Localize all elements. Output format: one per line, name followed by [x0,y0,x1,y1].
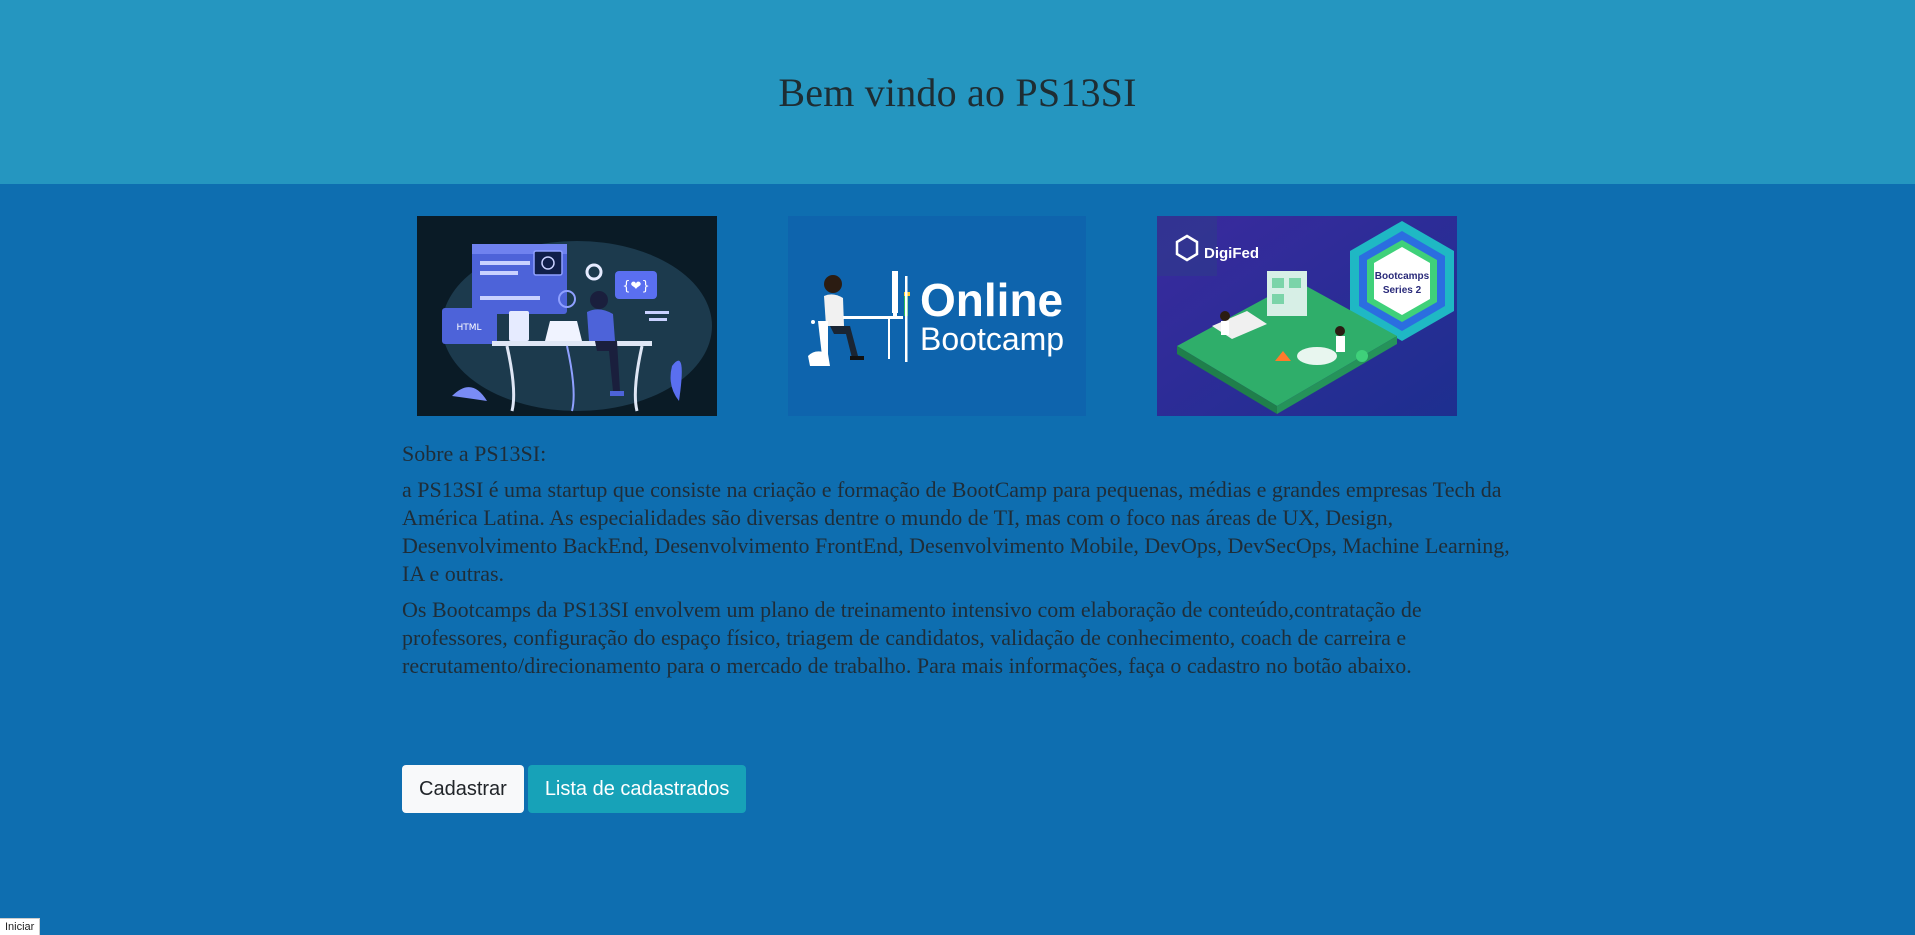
digifed-brand-text: DigiFed [1204,245,1259,262]
about-paragraph-2: Os Bootcamps da PS13SI envolvem um plano… [402,597,1422,678]
registered-list-button[interactable]: Lista de cadastrados [527,765,747,813]
digifed-bootcamps-image: DigiFed Bootcamps Series 2 [1157,216,1457,416]
badge-line1: Bootcamps [1375,271,1430,282]
status-label: Iniciar [0,918,41,935]
coding-illustration-image: {❤} HTML [417,216,717,416]
online-bootcamp-image: Online Bootcamp [788,216,1088,416]
page-header: Bem vindo ao PS13SI [0,0,1915,184]
image-gallery: {❤} HTML Online Bootcamp DigiFed Bootcam… [417,216,1457,416]
action-buttons: Cadastrar Lista de cadastrados [402,765,747,813]
heart-icon: {❤} [622,279,649,294]
html-label: HTML [456,323,481,333]
about-section: Sobre a PS13SI: a PS13SI é uma startup q… [402,440,1517,688]
register-button[interactable]: Cadastrar [402,765,524,813]
bootcamp-text: Bootcamp [920,321,1064,357]
online-text: Online [920,274,1063,326]
about-paragraph-1: a PS13SI é uma startup que consiste na c… [402,477,1510,586]
badge-line2: Series 2 [1383,285,1422,296]
page-title: Bem vindo ao PS13SI [778,69,1137,115]
about-heading: Sobre a PS13SI: [402,441,547,466]
